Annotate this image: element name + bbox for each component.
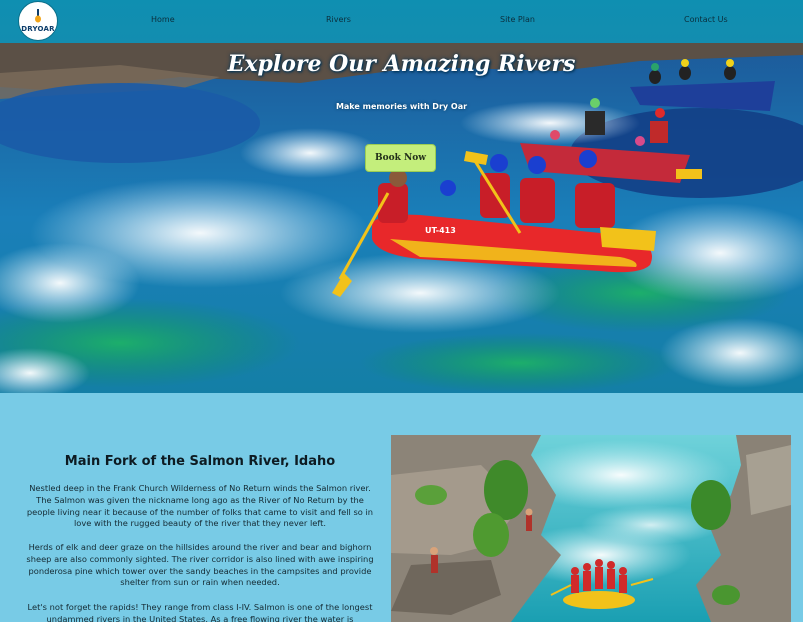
paragraph-wildlife: Herds of elk and deer graze on the hills… xyxy=(26,542,374,588)
hero-title: Explore Our Amazing Rivers xyxy=(227,51,576,77)
raft-number-text: UT-413 xyxy=(425,226,456,235)
hero-banner: UT-413 Explore Our Amazing Rivers Make m… xyxy=(0,43,803,393)
dryoar-logo[interactable]: DRYOAR xyxy=(18,1,58,41)
nav-contact-link[interactable]: Contact Us xyxy=(684,15,728,24)
book-now-button[interactable]: Book Now xyxy=(365,144,436,172)
rafting-hero-image: UT-413 xyxy=(0,43,803,393)
oar-icon xyxy=(35,9,41,23)
section-title: Main Fork of the Salmon River, Idaho xyxy=(64,454,336,469)
nav-site-plan-link[interactable]: Site Plan xyxy=(500,15,535,24)
hero-subtitle: Make memories with Dry Oar xyxy=(335,102,468,111)
nav-home-link[interactable]: Home xyxy=(151,15,175,24)
logo-text: DRYOAR xyxy=(21,25,55,33)
top-nav: DRYOAR Home Rivers Site Plan Contact Us xyxy=(0,0,803,43)
canyon-rafting-photo xyxy=(391,435,791,622)
paragraph-rapids: Let's not forget the rapids! They range … xyxy=(27,602,373,622)
paragraph-intro: Nestled deep in the Frank Church Wildern… xyxy=(26,483,374,529)
nav-rivers-link[interactable]: Rivers xyxy=(326,15,351,24)
